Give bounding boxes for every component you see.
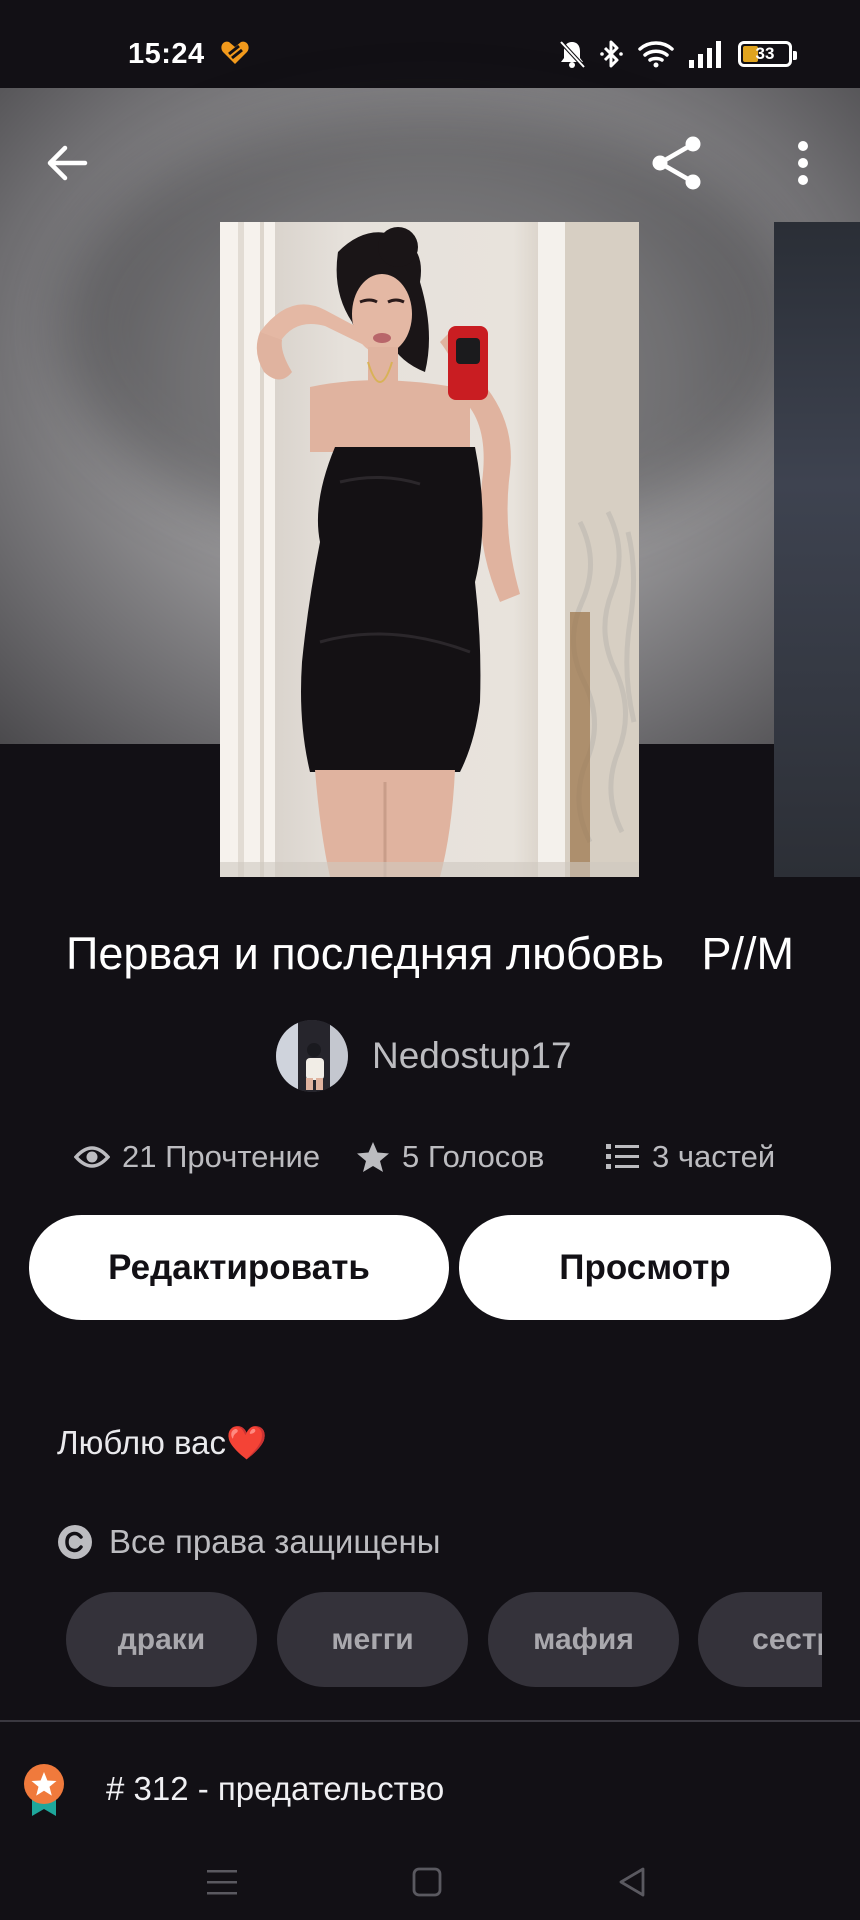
red-heart-icon: ❤️ [226,1424,268,1461]
menu-nav-button[interactable] [200,1860,244,1904]
list-icon [606,1144,639,1169]
ranking-text: # 312 - предательство [106,1770,445,1807]
menu-icon [207,1870,237,1895]
stat-parts-text: 3 частей [652,1139,776,1174]
mute-icon [559,40,586,69]
status-time: 15:24 [128,38,205,70]
ranking-badge-icon [24,1764,64,1816]
tag-chip[interactable]: мафия [488,1592,679,1687]
back-arrow-icon [47,145,88,181]
more-options-button[interactable] [768,128,838,198]
edit-button[interactable]: Редактировать [29,1215,449,1320]
back-button[interactable] [32,128,102,198]
next-cover-peek[interactable] [774,222,860,877]
avatar-image [276,1020,348,1092]
stat-votes-text: 5 Голосов [402,1139,545,1174]
home-nav-button[interactable] [405,1860,449,1904]
wifi-icon [638,41,674,68]
eye-icon [74,1146,110,1168]
section-divider [0,1720,860,1722]
book-cover-image[interactable] [220,222,639,877]
copyright-icon [58,1525,92,1559]
tag-chip[interactable]: мегги [277,1592,468,1687]
preview-button[interactable]: Просмотр [459,1215,831,1320]
share-button[interactable] [642,128,712,198]
stat-reads-text: 21 Прочтение [122,1139,321,1174]
bluetooth-icon [600,40,623,68]
cover-illustration [220,222,639,877]
ranking-row[interactable]: # 312 - предательство [22,1762,444,1818]
author-name[interactable]: Nedostup17 [372,1035,572,1077]
battery-icon: 33 [738,41,797,67]
stat-parts: 3 частей [606,1132,775,1182]
description-text: Люблю вас [57,1424,227,1461]
home-square-icon [412,1867,442,1897]
system-navigation-bar [0,1840,860,1920]
battery-level-text: 33 [755,44,775,63]
back-nav-button[interactable] [610,1860,654,1904]
share-icon [652,136,701,190]
status-icons: 33 [558,36,797,72]
copyright-text: Все права защищены [109,1523,441,1560]
story-description: Люблю вас❤️ [57,1424,267,1463]
status-bar: 15:24 33 [0,0,860,88]
story-title: Первая и последняя любовь Р//М [65,928,795,979]
star-icon [357,1142,389,1172]
stat-reads: 21 Прочтение [74,1132,320,1182]
tag-chip[interactable]: сестр [698,1592,822,1687]
copyright-row: Все права защищены [57,1520,440,1564]
signal-icon [689,41,721,68]
stat-votes: 5 Голосов [356,1132,544,1182]
more-vertical-icon [798,141,808,185]
tags-row[interactable]: драки мегги мафия сестр [66,1592,822,1688]
app-notification-icon [221,41,249,64]
author-row[interactable]: Nedostup17 [276,1020,572,1092]
tag-chip[interactable]: драки [66,1592,257,1687]
back-triangle-icon [619,1867,645,1897]
avatar[interactable] [276,1020,348,1092]
